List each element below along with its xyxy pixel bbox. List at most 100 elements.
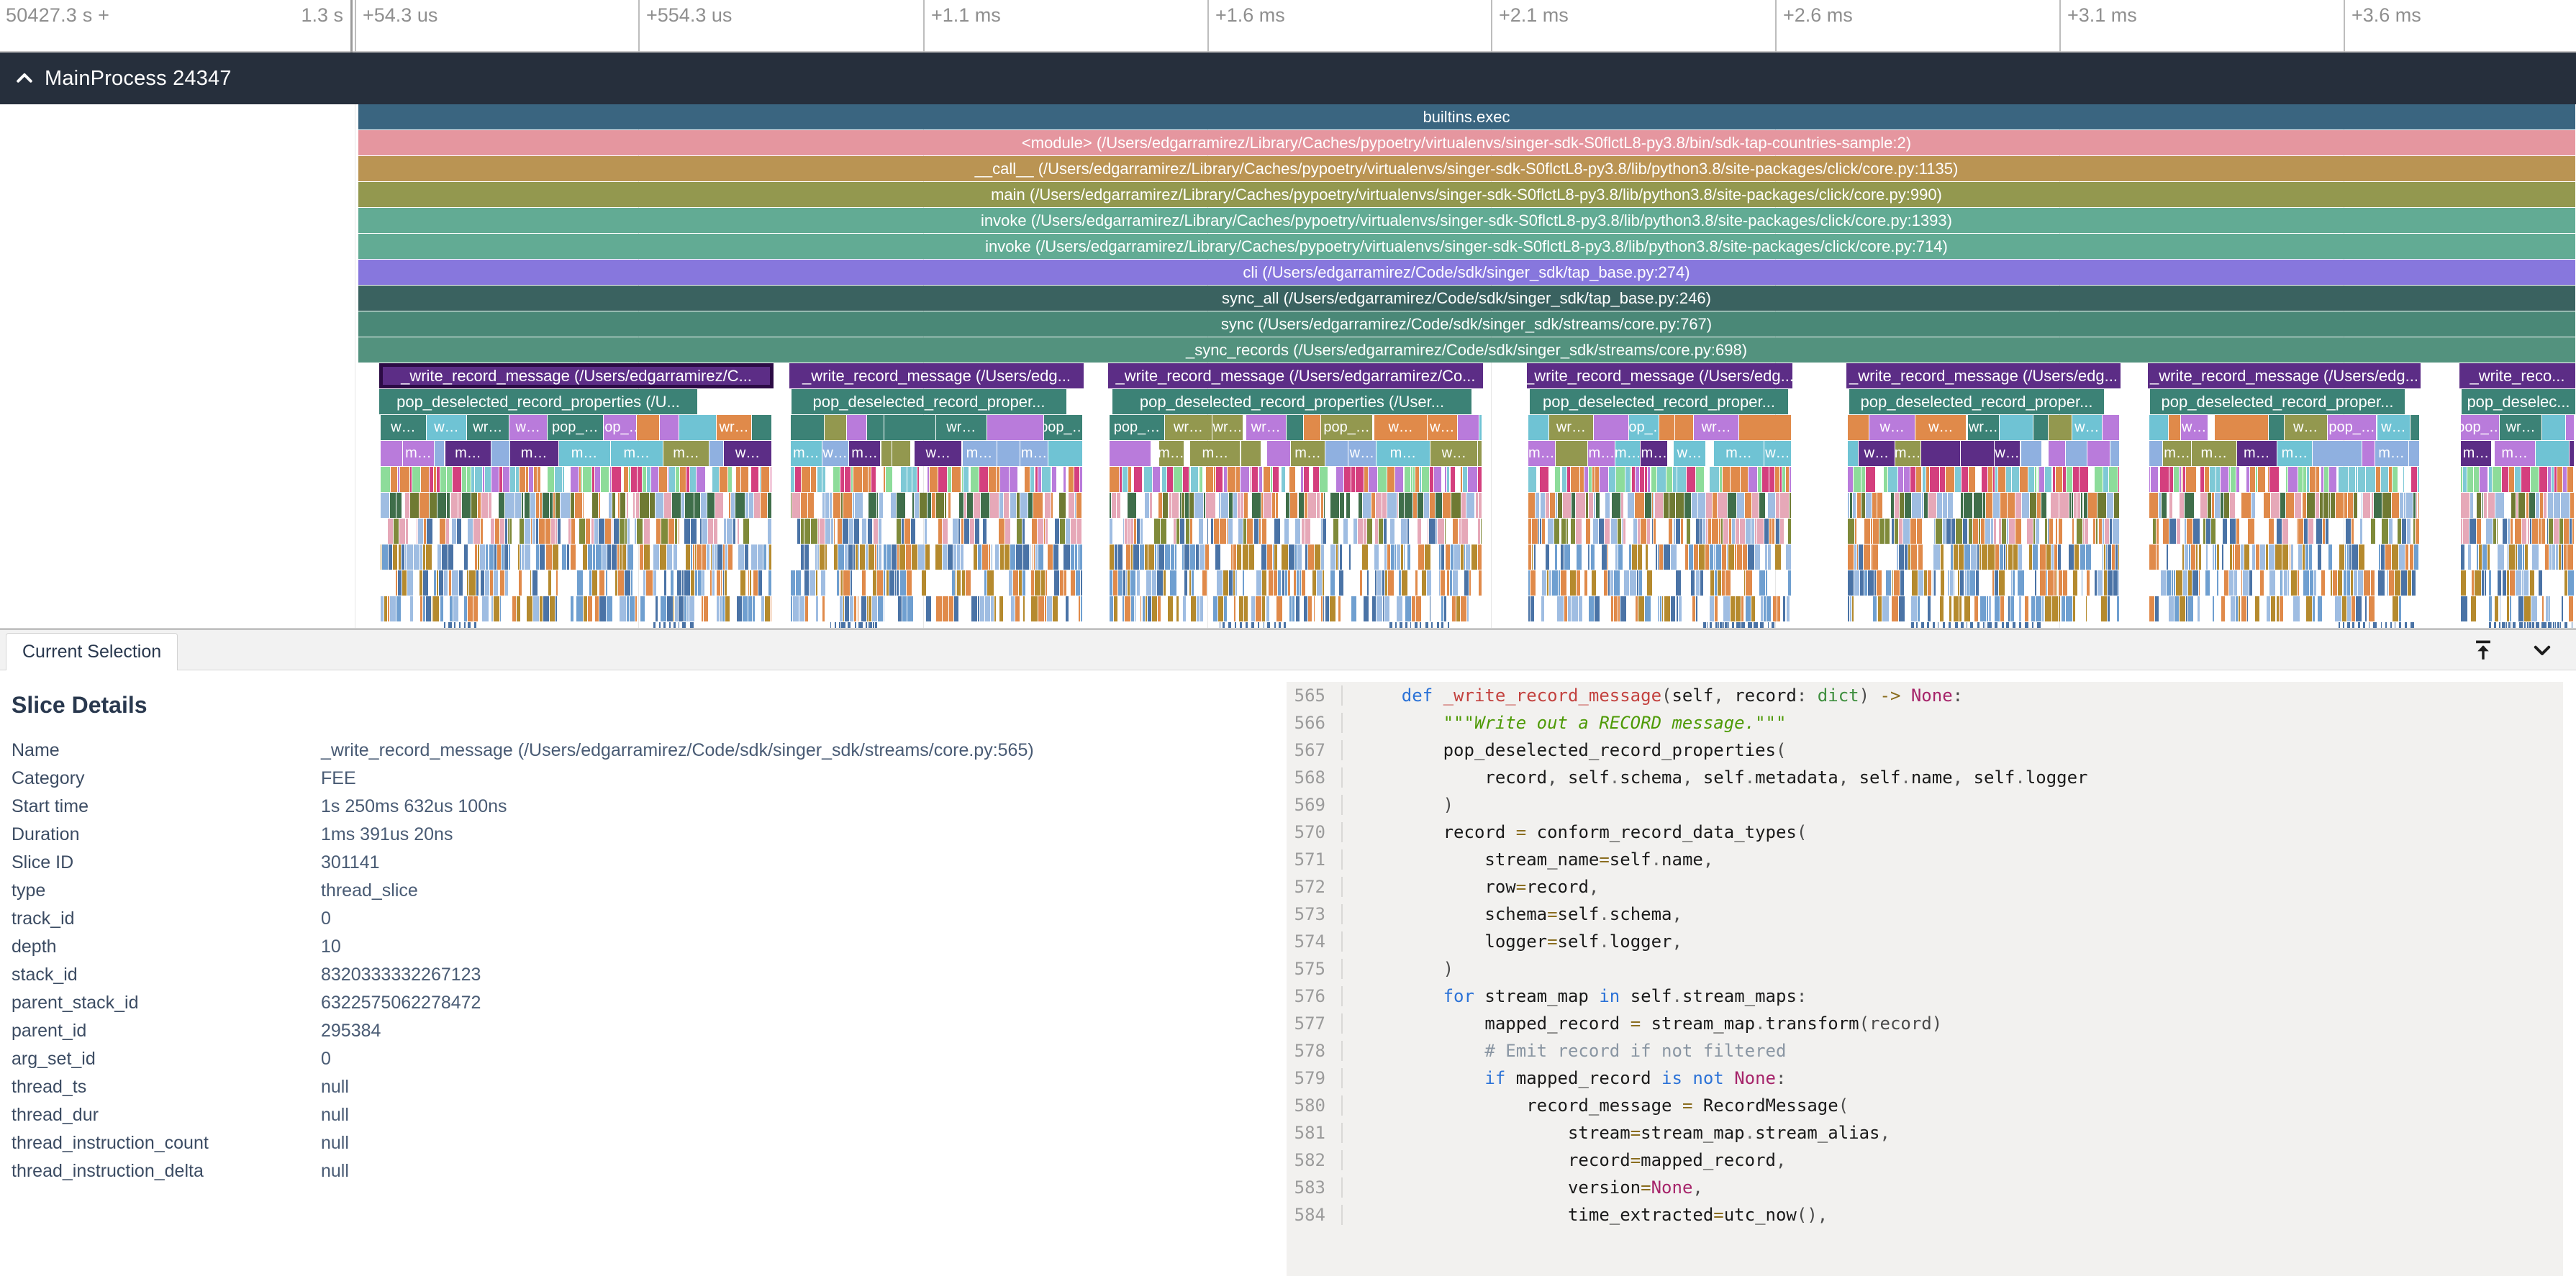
flame-slice[interactable] [2015,493,2022,518]
flame-slice[interactable] [1384,596,1391,621]
flame-slice[interactable] [1436,622,1440,628]
flame-slice[interactable] [2040,570,2046,596]
flame-slice[interactable] [2106,493,2115,518]
flame-slice[interactable] [543,596,550,621]
flame-slice[interactable] [878,519,883,544]
flame-slice[interactable] [1081,519,1083,544]
flame-slice[interactable] [1609,467,1617,492]
flame-slice[interactable] [2339,622,2341,628]
flame-slice[interactable] [1872,519,1879,544]
flame-slice[interactable] [1377,570,1383,596]
flame-slice[interactable] [1748,544,1756,570]
flame-slice[interactable] [2118,544,2120,570]
flame-slice[interactable] [2373,493,2383,518]
flame-slice[interactable] [1602,544,1607,570]
flame-slice[interactable] [605,519,612,544]
flame-slice[interactable] [1854,467,1861,492]
flame-slice[interactable] [1980,519,1985,544]
flame-slice[interactable] [1575,493,1586,518]
flame-slice[interactable] [1877,493,1884,518]
flame-slice[interactable] [970,467,979,492]
flame-slice[interactable] [1216,467,1224,492]
flame-slice[interactable] [2056,467,2064,492]
flame-slice[interactable] [2539,570,2543,596]
flame-slice[interactable] [904,519,912,544]
flame-slice[interactable] [2013,622,2016,628]
flame-slice[interactable] [970,519,975,544]
flame-slice[interactable] [1941,544,1944,570]
flame-slice[interactable]: pop_… [2327,415,2377,440]
flame-slice[interactable] [1161,467,1167,492]
flame-slice[interactable] [720,467,729,492]
flame-slice[interactable] [1044,493,1051,518]
flame-slice[interactable] [448,544,454,570]
flame-slice[interactable] [2087,570,2091,596]
flame-slice[interactable] [948,493,952,518]
flame-slice[interactable] [1025,467,1030,492]
flame-slice[interactable] [484,467,491,492]
flame-slice[interactable] [2149,441,2164,466]
flame-slice[interactable] [2006,622,2010,628]
flame-slice[interactable] [914,493,920,518]
flame-slice[interactable] [1716,544,1722,570]
flame-slice[interactable]: pop_deselected_record_properties (/User.… [1112,389,1472,414]
flame-slice[interactable] [2521,467,2531,492]
flame-slice[interactable] [991,544,993,570]
flame-slice[interactable] [2241,493,2252,518]
flame-slice[interactable] [1533,544,1536,570]
flame-slice[interactable] [653,544,661,570]
flame-slice[interactable]: pop_deselected_record_properties (/U... [379,389,698,414]
flame-slice[interactable] [896,493,907,518]
flame-slice[interactable] [770,596,772,621]
flame-slice[interactable] [1722,467,1731,492]
flame-slice[interactable]: w… [1915,415,1967,440]
flame-slice[interactable] [1452,519,1459,544]
flame-slice[interactable] [1228,467,1236,492]
flame-slice[interactable] [1541,493,1546,518]
flame-slice[interactable] [595,467,601,492]
flame-slice[interactable] [1745,596,1752,621]
flame-slice[interactable] [2482,544,2487,570]
flame-slice[interactable] [452,570,459,596]
flame-slice[interactable] [2316,519,2323,544]
flame-slice[interactable] [1284,519,1290,544]
flame-slice[interactable] [761,467,771,492]
flame-slice[interactable] [547,467,555,492]
flame-slice[interactable] [1414,622,1418,628]
flame-slice[interactable] [1362,544,1369,570]
flame-slice[interactable] [550,519,556,544]
flame-slice[interactable] [850,570,853,596]
process-group-header[interactable]: MainProcess 24347 [0,53,2576,104]
flame-slice[interactable] [1070,519,1077,544]
flame-slice[interactable] [2510,596,2513,621]
flame-slice[interactable] [1276,596,1284,621]
flame-slice[interactable] [2035,570,2037,596]
flame-slice[interactable] [418,519,424,544]
flame-slice[interactable] [1117,493,1122,518]
flame-slice[interactable] [1859,544,1864,570]
flame-slice[interactable] [2570,493,2575,518]
flame-slice[interactable] [1466,596,1469,621]
flame-slice[interactable] [1258,622,1261,628]
flame-slice[interactable] [2269,415,2285,440]
flame-slice[interactable]: wr… [2499,415,2543,440]
flame-slice[interactable]: pop_deselected_record_proper... [1530,389,1789,414]
flame-slice[interactable] [1974,596,1979,621]
flame-slice[interactable] [1916,467,1923,492]
flame-slice[interactable] [1308,493,1318,518]
flame-slice[interactable] [2536,622,2541,628]
flame-slice[interactable] [1854,570,1860,596]
flame-slice[interactable]: wr… [1968,415,2000,440]
flame-slice[interactable] [1130,570,1137,596]
flame-slice[interactable] [467,519,474,544]
flame-slice[interactable] [1217,570,1223,596]
flame-slice[interactable] [452,467,462,492]
flame-slice[interactable] [1755,544,1761,570]
flame-slice[interactable] [1743,544,1749,570]
flame-slice[interactable] [703,596,709,621]
flame-slice[interactable] [1595,493,1601,518]
flame-slice[interactable] [1405,622,1409,628]
flame-slice[interactable] [1218,596,1224,621]
flame-slice[interactable] [2337,570,2344,596]
flame-slice[interactable] [1478,441,1482,466]
